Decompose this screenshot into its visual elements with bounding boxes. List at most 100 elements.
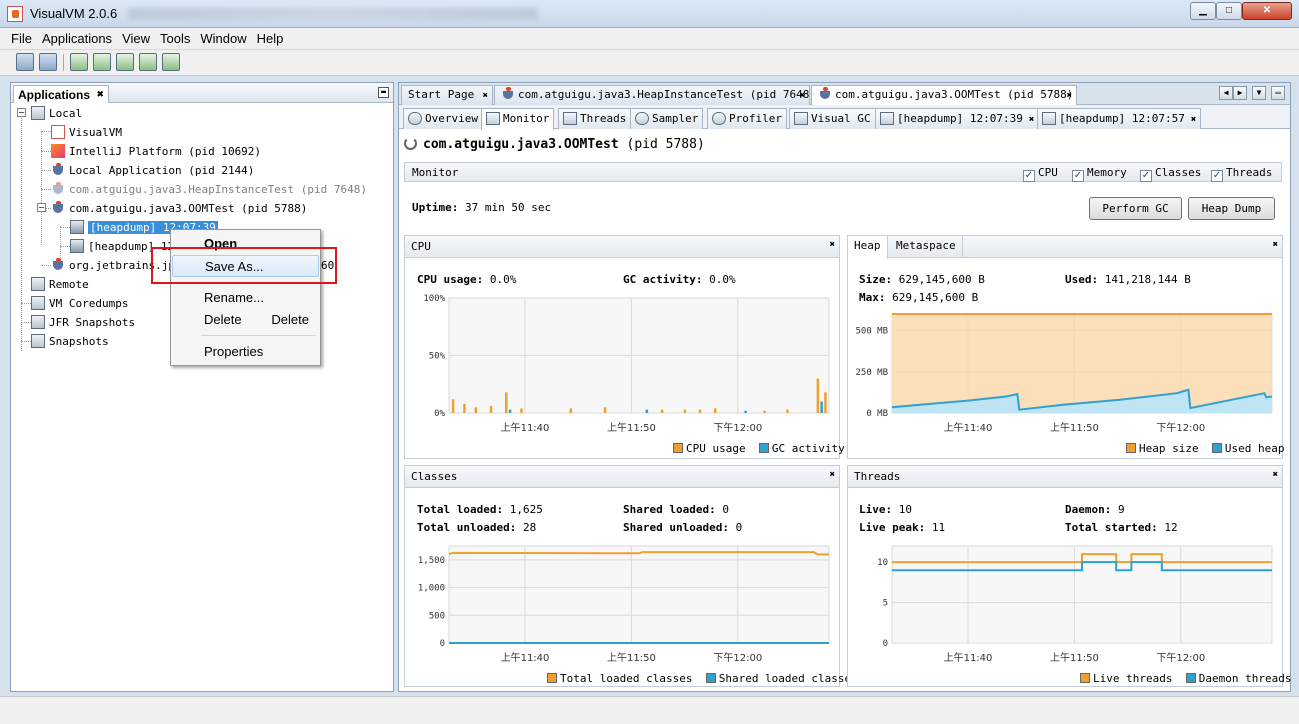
menu-item-delete[interactable]: Delete Delete xyxy=(172,309,319,331)
shared-loaded-stat: Shared loaded: 0 xyxy=(623,503,729,516)
expand-oomtest-icon[interactable]: − xyxy=(37,203,46,212)
tree-node-intellij[interactable]: IntelliJ Platform (pid 10692) xyxy=(51,143,261,161)
cpu-checkbox[interactable]: ✓ CPU xyxy=(1023,166,1058,182)
heapdump-icon xyxy=(1042,112,1056,125)
daemon-threads-stat: Daemon: 9 xyxy=(1065,503,1125,516)
tab-oomtest[interactable]: com.atguigu.java3.OOMTest (pid 5788) ✖ xyxy=(811,85,1077,106)
add-remote-icon[interactable] xyxy=(162,53,180,71)
cpu-panel-title: CPU xyxy=(411,240,431,253)
tab-heap[interactable]: Heap xyxy=(848,236,888,259)
tab-heapdump-1[interactable]: [heapdump] 12:07:39 ✖ xyxy=(875,108,1040,129)
cpu-usage-bar xyxy=(520,408,523,413)
x-tick-label: 下午12:00 xyxy=(713,651,762,664)
menu-window[interactable]: Window xyxy=(195,28,251,49)
tree-node-local[interactable]: Local xyxy=(31,105,82,123)
menu-help[interactable]: Help xyxy=(252,28,289,49)
close-tab-icon[interactable]: ✖ xyxy=(96,89,104,100)
menu-view[interactable]: View xyxy=(117,28,155,49)
applications-panel: Applications ✖ ▬ − Local VisualVM Intelli… xyxy=(10,82,394,692)
close-panel-icon[interactable]: ✖ xyxy=(1273,240,1278,250)
scroll-left-icon[interactable]: ◀ xyxy=(1219,86,1233,100)
add-coredump-icon[interactable] xyxy=(116,53,134,71)
blurred-title-area xyxy=(128,8,538,20)
close-button[interactable]: ✕ xyxy=(1242,2,1292,20)
close-tab-icon[interactable]: ✖ xyxy=(483,87,488,105)
heap-chart: 上午11:40 上午11:50 下午12:00 500 MB 250 MB 0 MB xyxy=(855,313,1273,434)
tab-overview[interactable]: Overview xyxy=(403,108,483,129)
y-tick-label: 0 xyxy=(440,639,445,649)
maximize-button[interactable]: □ xyxy=(1216,2,1242,20)
java-icon xyxy=(501,87,515,101)
live-threads-stat: Live: 10 xyxy=(859,503,912,516)
heap-legend: Heap size Used heap xyxy=(1126,442,1284,455)
restore-window-icon[interactable]: ▭ xyxy=(1271,86,1285,100)
delete-label: Delete xyxy=(204,312,242,327)
cpu-chart: 上午11:40 上午11:50 下午12:00 100% 50% 0% xyxy=(423,294,830,434)
snapshot-icon xyxy=(31,334,45,348)
tab-monitor[interactable]: Monitor xyxy=(481,108,555,130)
tree-node-local-application[interactable]: Local Application (pid 2144) xyxy=(51,162,254,180)
menu-file[interactable]: File xyxy=(6,28,37,49)
tab-metaspace[interactable]: Metaspace xyxy=(890,236,963,258)
cpu-usage-bar xyxy=(569,408,573,413)
add-jmx-icon[interactable] xyxy=(70,53,88,71)
tab-heapdump-2[interactable]: [heapdump] 12:07:57 ✖ xyxy=(1037,108,1202,129)
threads-checkbox[interactable]: ✓ Threads xyxy=(1211,166,1272,182)
tree-node-jfr-snapshots[interactable]: JFR Snapshots xyxy=(31,314,135,332)
java-icon xyxy=(818,87,832,101)
classes-checkbox[interactable]: ✓ Classes xyxy=(1140,166,1201,182)
cpu-usage-bar xyxy=(698,409,702,413)
minimize-button[interactable]: ▁ xyxy=(1190,2,1216,20)
tree-node-vm-coredumps[interactable]: VM Coredumps xyxy=(31,295,128,313)
threads-icon xyxy=(563,112,577,125)
open-file-icon[interactable] xyxy=(16,53,34,71)
close-tab-icon[interactable]: ✖ xyxy=(1067,87,1072,105)
close-tab-icon[interactable]: ✖ xyxy=(800,87,805,105)
page-title: com.atguigu.java3.OOMTest (pid 5788) xyxy=(404,137,705,152)
tree-node-heapinstancetest[interactable]: com.atguigu.java3.HeapInstanceTest (pid … xyxy=(51,181,367,199)
close-panel-icon[interactable]: ✖ xyxy=(1273,470,1278,480)
tree-node-snapshots[interactable]: Snapshots xyxy=(31,333,109,351)
add-host-icon[interactable] xyxy=(93,53,111,71)
heap-size-stat: Size: 629,145,600 B xyxy=(859,273,985,286)
close-panel-icon[interactable]: ✖ xyxy=(830,240,835,250)
tab-sampler[interactable]: Sampler xyxy=(630,108,704,129)
close-panel-icon[interactable]: ✖ xyxy=(830,470,835,480)
cpu-legend: CPU usage GC activity xyxy=(673,442,845,455)
y-tick-label: 250 MB xyxy=(855,368,888,378)
cpu-usage-bar xyxy=(660,409,664,413)
close-tab-icon[interactable]: ✖ xyxy=(1191,115,1196,125)
tab-profiler[interactable]: Profiler xyxy=(707,108,787,129)
tree-node-remote[interactable]: Remote xyxy=(31,276,89,294)
menu-bar: File Applications View Tools Window Help xyxy=(0,28,1299,50)
add-snapshot-icon[interactable] xyxy=(139,53,157,71)
tab-heapinstancetest[interactable]: com.atguigu.java3.HeapInstanceTest (pid … xyxy=(494,85,816,105)
save-icon[interactable] xyxy=(39,53,57,71)
memory-checkbox[interactable]: ✓ Memory xyxy=(1072,166,1127,182)
x-tick-label: 上午11:40 xyxy=(944,421,993,434)
menu-item-properties[interactable]: Properties xyxy=(172,341,319,363)
menu-applications[interactable]: Applications xyxy=(37,28,117,49)
tab-list-icon[interactable]: ▼ xyxy=(1252,86,1266,100)
monitor-section-label: Monitor xyxy=(412,166,459,179)
java-icon xyxy=(51,201,65,215)
tree-node-visualvm[interactable]: VisualVM xyxy=(51,124,122,142)
tree-node-oomtest[interactable]: com.atguigu.java3.OOMTest (pid 5788) xyxy=(51,200,307,218)
perform-gc-button[interactable]: Perform GC xyxy=(1089,197,1182,220)
toolbar-separator xyxy=(63,54,64,71)
legend-swatch-cpu xyxy=(673,443,683,453)
close-tab-icon[interactable]: ✖ xyxy=(1029,115,1034,125)
heap-dump-button[interactable]: Heap Dump xyxy=(1188,197,1275,220)
menu-item-rename[interactable]: Rename... xyxy=(172,287,319,309)
menu-tools[interactable]: Tools xyxy=(155,28,195,49)
visualvm-app-icon xyxy=(7,6,23,22)
tab-visual-gc[interactable]: Visual GC xyxy=(789,108,876,129)
expand-local-icon[interactable]: − xyxy=(17,108,26,117)
tab-threads[interactable]: Threads xyxy=(558,108,632,129)
tab-start-page[interactable]: Start Page ✖ xyxy=(401,85,493,105)
applications-tab[interactable]: Applications ✖ xyxy=(13,85,110,103)
info-icon xyxy=(408,112,422,125)
loading-spinner-icon xyxy=(404,137,417,150)
minimize-panel-icon[interactable]: ▬ xyxy=(378,87,389,98)
scroll-right-icon[interactable]: ▶ xyxy=(1233,86,1247,100)
